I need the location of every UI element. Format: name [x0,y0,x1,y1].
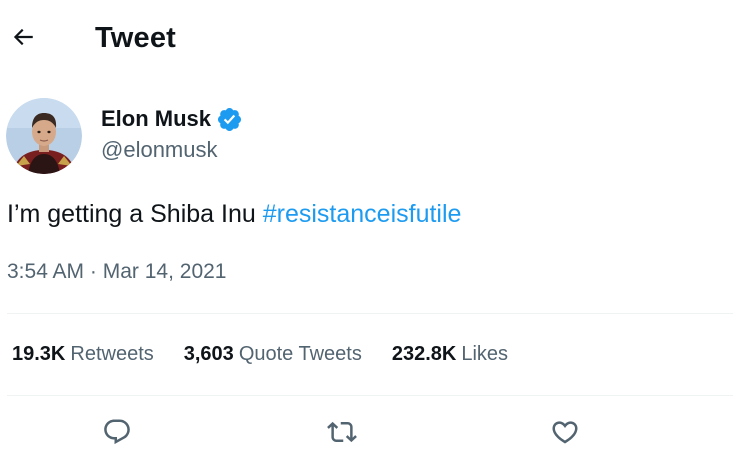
divider-top [7,313,733,314]
tweet-timestamp: 3:54 AM · Mar 14, 2021 [7,258,226,286]
reply-icon [104,419,130,445]
retweets-count: 19.3K [12,342,66,365]
author-name[interactable]: Elon Musk [101,106,211,132]
retweet-button[interactable] [323,413,361,451]
timestamp-separator: · [84,260,103,283]
author-name-row: Elon Musk [101,104,243,134]
verified-badge-icon[interactable] [216,106,243,133]
tweet-body: I’m getting a Shiba Inu [7,200,263,228]
retweets-label: Retweets [70,342,154,365]
author-handle[interactable]: @elonmusk [101,137,218,163]
reply-button[interactable] [98,413,136,451]
likes-count: 232.8K [391,342,457,365]
tweet-date[interactable]: Mar 14, 2021 [103,260,227,283]
heart-icon [552,421,578,444]
back-button[interactable] [6,20,40,54]
page-title: Tweet [95,22,177,54]
retweet-icon [327,421,357,443]
quote-tweets-count: 3,603 [183,342,234,365]
tweet-stats: 19.3K Retweets 3,603 Quote Tweets 232.8K Li… [12,339,538,369]
retweets-stat[interactable]: 19.3K Retweets [12,343,154,366]
likes-stat[interactable]: 232.8K Likes [392,343,508,366]
hashtag-link[interactable]: #resistanceisfutile [263,200,462,228]
likes-label: Likes [461,342,509,365]
divider-bottom [7,395,733,396]
quote-tweets-label: Quote Tweets [238,342,362,365]
tweet-time[interactable]: 3:54 AM [7,260,84,283]
quote-tweets-stat[interactable]: 3,603 Quote Tweets [184,343,362,366]
arrow-left-icon [13,28,33,46]
tweet-text: I’m getting a Shiba Inu #resistanceisfut… [7,198,461,230]
tweet-header: Tweet [0,0,739,76]
like-button[interactable] [546,413,584,451]
avatar[interactable] [6,98,82,174]
